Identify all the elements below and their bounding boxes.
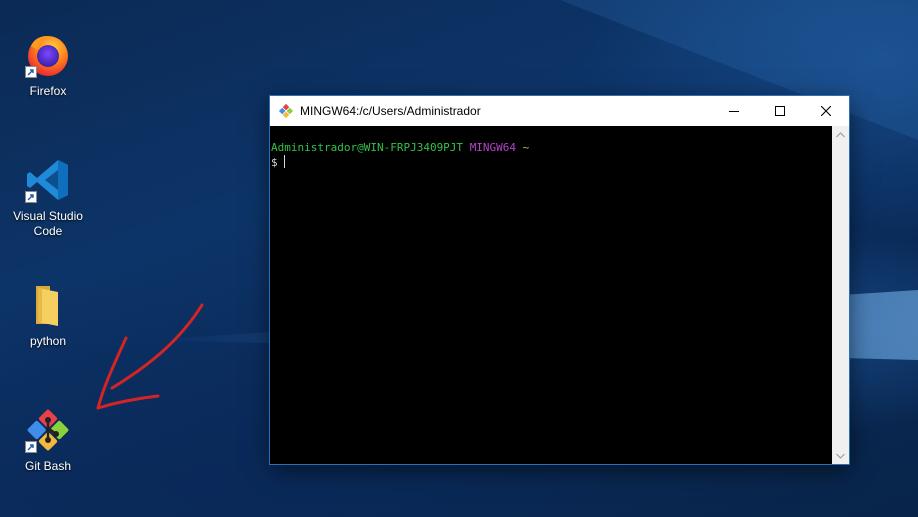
scroll-up-button[interactable] xyxy=(832,126,849,143)
close-button[interactable] xyxy=(803,96,849,126)
window-titlebar[interactable]: MINGW64:/c/Users/Administrador xyxy=(270,96,849,126)
prompt-header-line: Administrador@WIN-FRPJ3409PJT MINGW64 ~ xyxy=(271,141,832,155)
git-bash-icon xyxy=(278,103,294,119)
maximize-button[interactable] xyxy=(757,96,803,126)
maximize-icon xyxy=(775,106,785,116)
scroll-down-button[interactable] xyxy=(832,447,849,464)
text-cursor xyxy=(283,155,285,168)
prompt-symbol: $ xyxy=(271,156,278,169)
window-title: MINGW64:/c/Users/Administrador xyxy=(300,104,481,118)
prompt-path: ~ xyxy=(522,141,530,154)
prompt-system: MINGW64 xyxy=(469,141,517,154)
vertical-scrollbar[interactable] xyxy=(832,126,849,464)
close-icon xyxy=(821,106,831,116)
terminal-window[interactable]: MINGW64:/c/Users/Administrador Administr… xyxy=(270,96,849,464)
chevron-down-icon xyxy=(836,453,845,459)
desktop: Firefox Visual Studio Code python Git Ba… xyxy=(0,0,918,517)
minimize-button[interactable] xyxy=(711,96,757,126)
chevron-up-icon xyxy=(836,131,845,137)
minimize-icon xyxy=(729,111,739,112)
terminal-console[interactable]: Administrador@WIN-FRPJ3409PJT MINGW64 ~ … xyxy=(270,126,832,464)
prompt-user-host: Administrador@WIN-FRPJ3409PJT xyxy=(271,141,464,154)
prompt-input-line[interactable]: $ xyxy=(271,155,832,170)
